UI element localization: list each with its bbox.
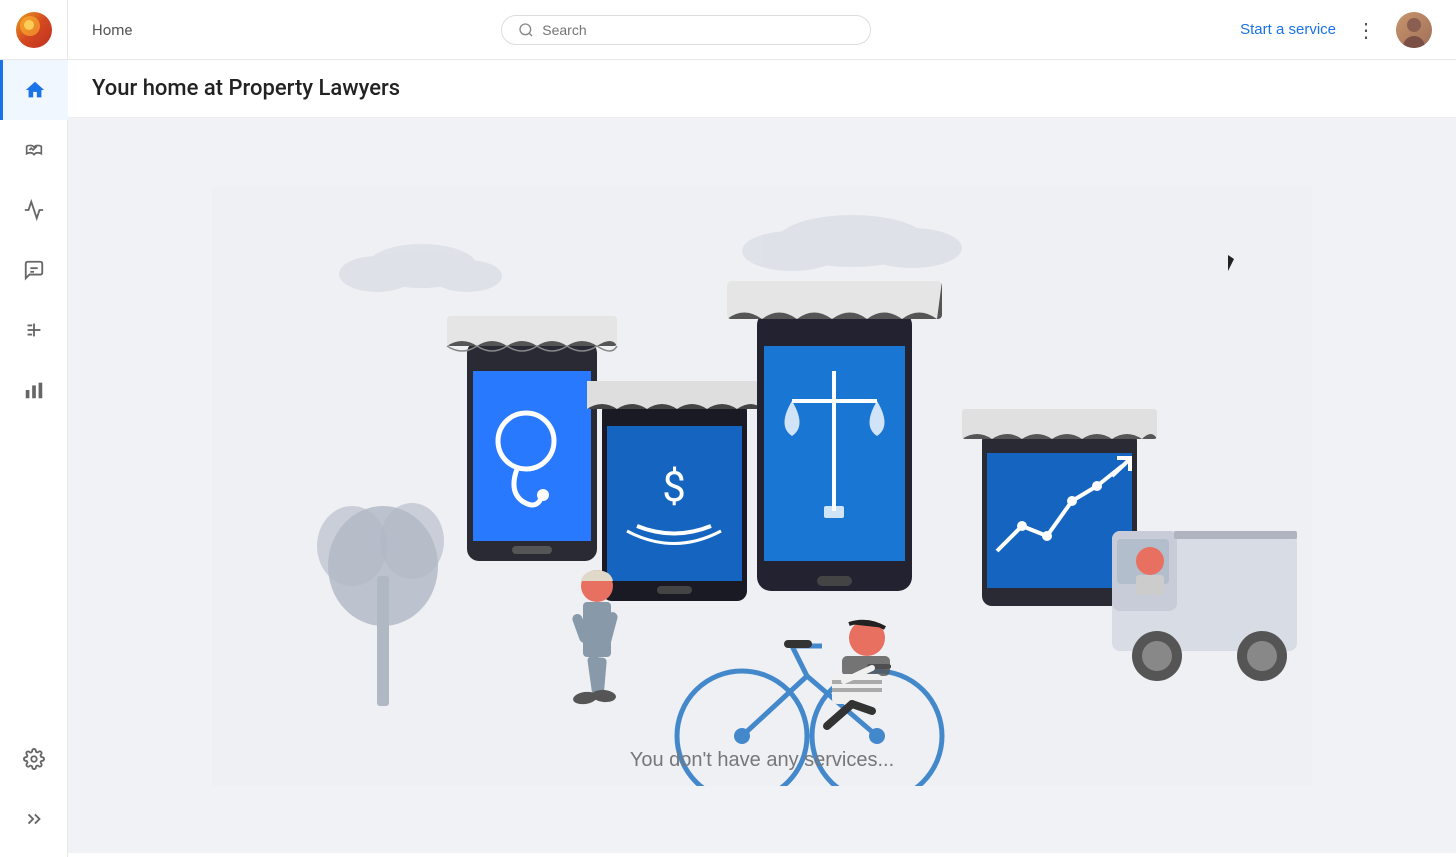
main-content: Home Start a service ⋮ Your home at Prop…: [68, 0, 1456, 857]
sidebar-item-expand[interactable]: [0, 789, 68, 849]
sidebar-bottom: [0, 729, 67, 857]
start-service-button[interactable]: Start a service: [1240, 21, 1336, 38]
sidebar-item-chat[interactable]: [0, 240, 68, 300]
sidebar: [0, 0, 68, 857]
search-bar[interactable]: [501, 15, 871, 45]
expand-icon: [23, 808, 45, 830]
page-title: Your home at Property Lawyers: [92, 76, 1432, 101]
sidebar-item-bar-chart[interactable]: [0, 360, 68, 420]
sidebar-item-settings[interactable]: [0, 729, 68, 789]
logo-icon: [16, 12, 52, 48]
activity-icon: [23, 199, 45, 221]
settings-icon: [23, 748, 45, 770]
search-input[interactable]: [542, 22, 854, 38]
hero-illustration: $: [212, 186, 1312, 786]
sidebar-item-home[interactable]: [0, 60, 68, 120]
bar-chart-icon: [23, 379, 45, 401]
logo[interactable]: [0, 0, 68, 60]
svg-text:$: $: [662, 463, 686, 512]
hero-area: $: [68, 118, 1456, 853]
header-right: Start a service ⋮: [1240, 12, 1432, 48]
info-icon[interactable]: ⋮: [1356, 18, 1376, 42]
chat-icon: [23, 259, 45, 281]
avatar-image: [1396, 12, 1432, 48]
illustration-container: $: [68, 118, 1456, 853]
sidebar-navigation: [0, 60, 67, 729]
home-nav-label[interactable]: Home: [92, 21, 132, 39]
page-content: Your home at Property Lawyers: [68, 60, 1456, 857]
sidebar-item-activity[interactable]: [0, 180, 68, 240]
user-avatar[interactable]: [1396, 12, 1432, 48]
header: Home Start a service ⋮: [68, 0, 1456, 60]
search-icon: [518, 22, 534, 38]
sidebar-item-handshake[interactable]: [0, 120, 68, 180]
sidebar-item-add-list[interactable]: [0, 300, 68, 360]
add-list-icon: [23, 319, 45, 341]
page-title-bar: Your home at Property Lawyers: [68, 60, 1456, 118]
handshake-icon: [23, 139, 45, 161]
svg-text:You don't have any services...: You don't have any services...: [630, 749, 894, 771]
home-icon: [24, 79, 46, 101]
